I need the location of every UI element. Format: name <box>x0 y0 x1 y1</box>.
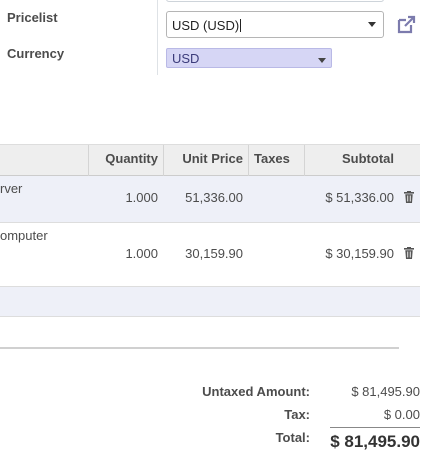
currency-select[interactable]: USD <box>166 48 332 68</box>
tax-value: $ 0.00 <box>383 407 420 422</box>
untaxed-amount-value: $ 81,495.90 <box>351 384 420 399</box>
chevron-down-icon[interactable] <box>318 58 326 63</box>
subtotal-cell: $ 51,336.00 <box>325 190 394 205</box>
trash-icon[interactable] <box>404 191 414 203</box>
header-subtotal[interactable]: Subtotal <box>305 145 394 176</box>
table-footer-rule <box>0 347 399 349</box>
header-unit-price[interactable]: Unit Price <box>164 145 243 176</box>
tax-label: Tax: <box>284 407 310 422</box>
table-row[interactable]: omputer 1.000 30,159.90 $ 30,159.90 <box>0 223 420 287</box>
form-column-divider <box>157 0 158 75</box>
subtotal-cell: $ 30,159.90 <box>325 246 394 261</box>
table-header: Quantity Unit Price Taxes Subtotal <box>0 144 420 176</box>
table-row[interactable]: rver 1.000 51,336.00 $ 51,336.00 <box>0 176 420 223</box>
pricelist-label: Pricelist <box>7 10 58 25</box>
header-taxes[interactable]: Taxes <box>254 145 302 176</box>
previous-field-border <box>166 0 384 2</box>
external-link-icon[interactable] <box>395 14 417 36</box>
pricelist-input[interactable]: USD (USD) <box>166 11 384 38</box>
unit-price-cell[interactable]: 51,336.00 <box>164 190 243 205</box>
order-lines-table: Quantity Unit Price Taxes Subtotal <box>0 144 420 176</box>
empty-row <box>0 287 420 317</box>
total-divider <box>330 427 420 428</box>
quantity-cell[interactable]: 1.000 <box>89 246 158 261</box>
currency-label: Currency <box>7 46 65 61</box>
quantity-cell[interactable]: 1.000 <box>89 190 158 205</box>
header-quantity[interactable]: Quantity <box>89 145 158 176</box>
product-name[interactable]: rver <box>0 181 22 196</box>
total-label: Total: <box>275 430 310 445</box>
pricelist-value: USD (USD) <box>172 18 240 33</box>
column-divider <box>248 145 249 176</box>
product-name[interactable]: omputer <box>0 228 48 243</box>
unit-price-cell[interactable]: 30,159.90 <box>164 246 243 261</box>
text-cursor <box>240 19 242 32</box>
untaxed-amount-label: Untaxed Amount: <box>202 384 310 399</box>
chevron-down-icon[interactable] <box>368 22 376 27</box>
trash-icon[interactable] <box>404 247 414 259</box>
total-value: $ 81,495.90 <box>330 432 420 451</box>
currency-value: USD <box>172 51 200 66</box>
